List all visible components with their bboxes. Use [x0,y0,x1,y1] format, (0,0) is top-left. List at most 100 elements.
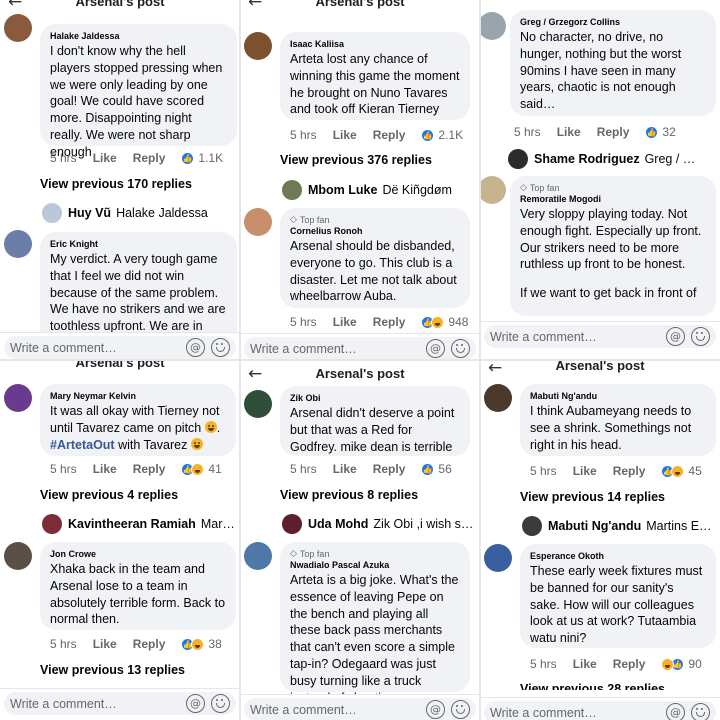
emoji-icon[interactable] [211,694,230,713]
emoji-icon[interactable] [451,700,470,719]
avatar[interactable] [480,12,506,40]
view-previous-replies[interactable]: View previous 13 replies [40,663,185,677]
reply-button[interactable]: Reply [597,125,630,139]
like-button[interactable]: Like [333,128,357,142]
reply-preview[interactable]: Shame Rodriguez Greg / … [508,149,695,169]
reactions[interactable]: 👍 [421,128,435,142]
like-button[interactable]: Like [333,462,357,476]
reply-preview[interactable]: Mbom Luke Dë Kiñgdøm [282,180,452,200]
reactions[interactable]: 👍 [645,125,659,139]
reply-preview[interactable]: Huy Vũ Halake Jaldessa [42,203,208,223]
avatar[interactable] [244,32,272,60]
reactions[interactable]: 👍 [421,462,435,476]
reactions[interactable]: 👍 [421,315,445,329]
avatar[interactable] [4,384,32,412]
comment-author[interactable]: Jon Crowe [50,548,226,560]
reply-preview[interactable]: Kavintheeran Ramiah Mar… [42,514,235,534]
reactions[interactable]: 👍 [181,151,195,165]
reply-button[interactable]: Reply [613,657,646,671]
mention-icon[interactable]: @ [426,339,445,358]
screenshot-panel-4: Arsenal's post Mary Neymar Kelvin It was… [0,360,240,720]
screenshot-panel-6: ← Arsenal's post Mabuti Ng'andu I think … [480,360,720,720]
comment-input-box[interactable]: @ [4,336,236,359]
comment-author[interactable]: Isaac Kaliisa [290,38,460,50]
avatar[interactable] [4,542,32,570]
comment-input[interactable] [250,339,400,358]
comment-input-box[interactable]: @ [4,692,236,715]
comment-input-box[interactable]: @ [244,337,476,360]
reply-text: Mar… [200,517,235,531]
like-button[interactable]: Like [93,462,117,476]
reply-button[interactable]: Reply [373,315,406,329]
reply-button[interactable]: Reply [133,151,166,165]
emoji-icon[interactable] [451,339,470,358]
comment-author[interactable]: Zik Obi [290,392,460,404]
reactions[interactable]: 👍 [181,462,205,476]
view-previous-replies[interactable]: View previous 4 replies [40,488,178,502]
comment-author[interactable]: Eric Knight [50,238,227,250]
comment-author[interactable]: Mabuti Ng'andu [530,390,706,402]
reply-button[interactable]: Reply [373,462,406,476]
comment-author[interactable]: Nwadialo Pascal Azuka [290,559,460,571]
avatar[interactable] [484,384,512,412]
avatar[interactable] [244,390,272,418]
comment-input-box[interactable]: @ [244,698,476,720]
emoji-icon[interactable] [691,703,710,720]
avatar[interactable] [484,544,512,572]
reply-button[interactable]: Reply [613,464,646,478]
mention-icon[interactable]: @ [666,327,685,346]
view-previous-replies[interactable]: View previous 8 replies [280,488,418,502]
comment-author[interactable]: Halake Jaldessa [50,30,227,42]
reactions[interactable]: 👍 [661,657,685,671]
haha-reaction-icon [661,657,675,671]
view-previous-replies[interactable]: View previous 170 replies [40,177,192,191]
comment-input[interactable] [490,327,640,346]
reply-button[interactable]: Reply [133,637,166,651]
comment-actions: 5 hrs Like Reply 👍 38 [50,637,222,651]
like-button[interactable]: Like [573,657,597,671]
avatar[interactable] [244,208,272,236]
avatar[interactable] [4,230,32,258]
like-button[interactable]: Like [557,125,581,139]
mention-icon[interactable]: @ [186,694,205,713]
emoji-icon[interactable] [211,338,230,357]
comment-input[interactable] [490,703,640,720]
comment-input[interactable] [10,694,160,713]
like-button[interactable]: Like [93,637,117,651]
comment-text: No character, no drive, no hunger, nothi… [520,30,682,112]
mention-icon[interactable]: @ [666,703,685,720]
avatar[interactable] [4,14,32,42]
avatar[interactable] [480,176,506,204]
comment-input[interactable] [10,338,160,357]
reply-button[interactable]: Reply [133,462,166,476]
comment-author[interactable]: Mary Neymar Kelvin [50,390,226,402]
comment-author[interactable]: Esperance Okoth [530,550,706,562]
like-button[interactable]: Like [93,151,117,165]
comment-input-box[interactable]: @ [484,325,716,348]
comment-author[interactable]: Cornelius Ronoh [290,225,460,237]
like-button[interactable]: Like [333,315,357,329]
view-previous-replies[interactable]: View previous 376 replies [280,153,432,167]
reactions[interactable]: 👍 [661,464,685,478]
mention-icon[interactable]: @ [186,338,205,357]
reply-preview[interactable]: Uda Mohd Zik Obi ,i wish s… [282,514,473,534]
avatar[interactable] [244,542,272,570]
view-previous-replies[interactable]: View previous 28 replies [520,682,665,690]
emoji-icon[interactable] [691,327,710,346]
like-button[interactable]: Like [573,464,597,478]
comment-author[interactable]: Greg / Grzegorz Collins [520,16,706,28]
haha-reaction-icon [431,315,445,329]
comment-author[interactable]: Remoratile Mogodi [520,193,706,205]
comment-text: Xhaka back in the team and Arsenal lose … [50,562,226,627]
post-title: Arsenal's post [315,366,405,381]
reply-button[interactable]: Reply [373,128,406,142]
view-previous-replies[interactable]: View previous 14 replies [520,490,665,504]
comment-bubble: Jon Crowe Xhaka back in the team and Ars… [40,542,236,630]
comment-input-box[interactable]: @ [484,701,716,720]
diamond-icon: ◇ [520,182,527,192]
mention-icon[interactable]: @ [426,700,445,719]
reply-preview[interactable]: Mabuti Ng'andu Martins E… [522,516,712,536]
reactions[interactable]: 👍 [181,637,205,651]
hashtag-link[interactable]: #ArtetaOut [50,438,115,452]
comment-input[interactable] [250,700,400,719]
